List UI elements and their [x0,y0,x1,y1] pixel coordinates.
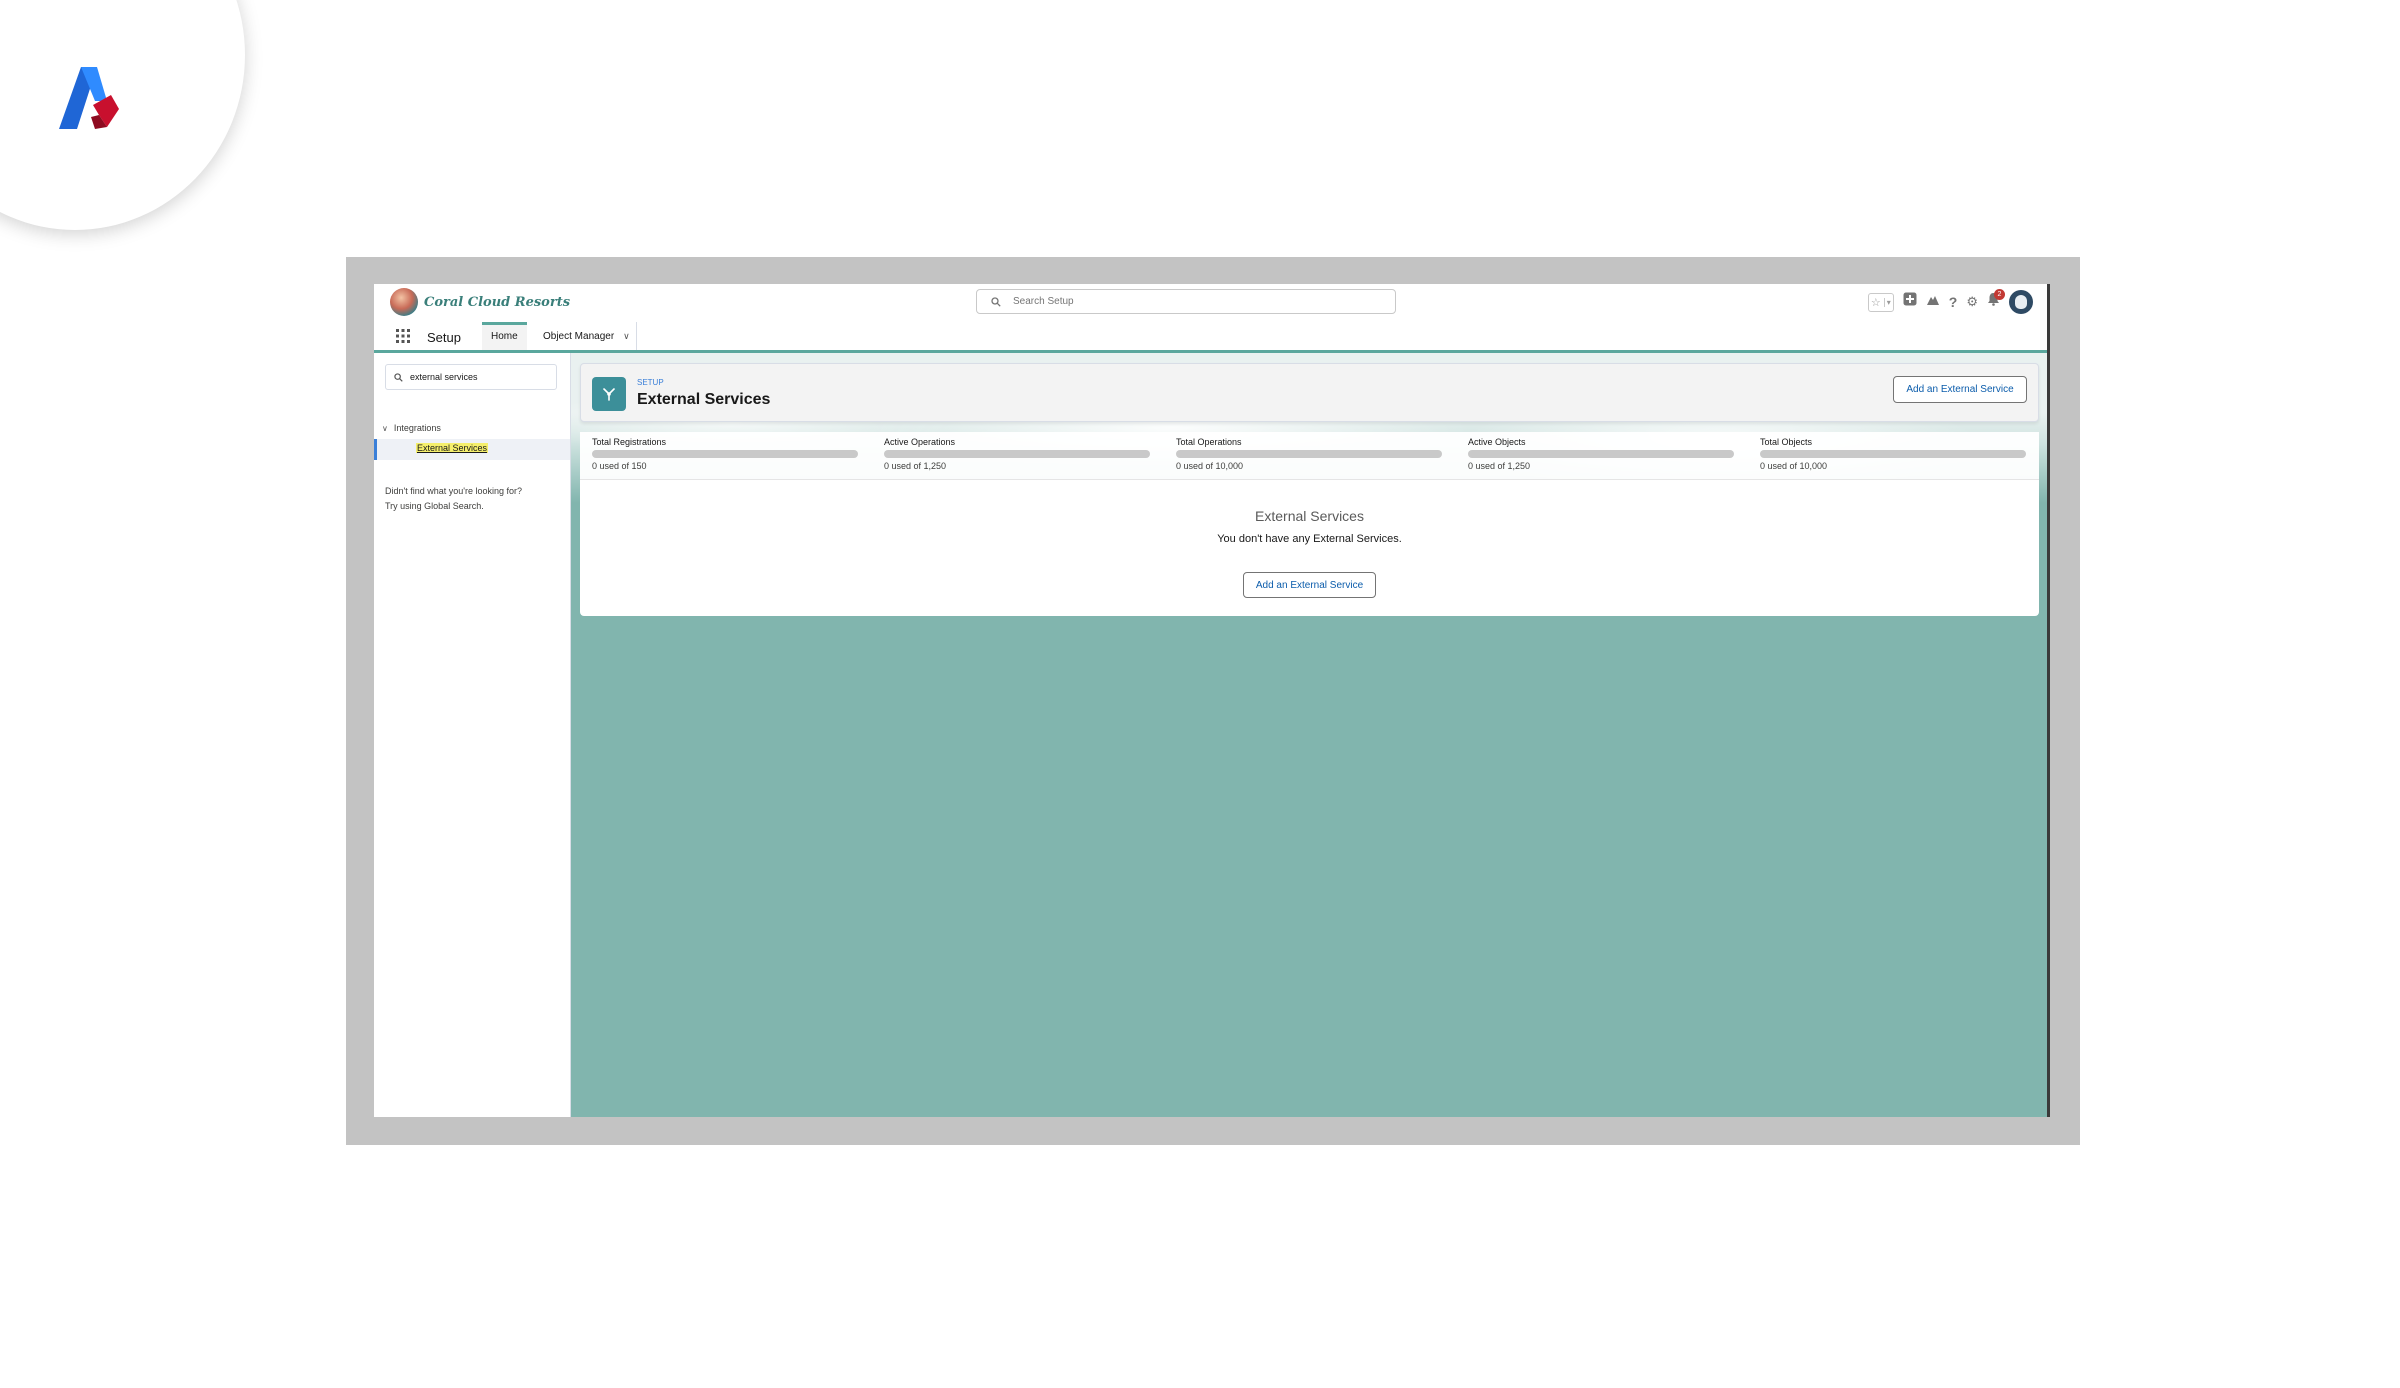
usage-stats: Total Registrations 0 used of 150 Active… [580,432,2039,480]
chevron-down-icon[interactable]: ∨ [382,424,388,433]
tab-object-manager-label: Object Manager [543,331,615,342]
org-name: Coral Cloud Resorts [424,294,571,310]
brand-badge [0,0,245,230]
page-header: SETUP External Services Add an External … [580,363,2039,422]
add-external-service-empty-button[interactable]: Add an External Service [1243,572,1376,598]
stat-usage: 0 used of 1,250 [884,461,947,471]
stat-total-objects: Total Objects 0 used of 10,000 [1760,437,2026,471]
trailhead-icon[interactable] [1926,288,1940,316]
favorites-control[interactable]: ☆ ▾ [1867,292,1894,312]
tab-object-manager[interactable]: Object Manager ∨ [537,322,637,350]
app-name: Setup [427,330,461,345]
tab-home-label: Home [491,331,518,342]
stat-active-objects: Active Objects 0 used of 1,250 [1468,437,1734,471]
setup-sidebar: ∨ Integrations External Services Didn't f… [374,353,571,1117]
usage-progress-bar [884,450,1150,458]
usage-progress-bar [1468,450,1734,458]
global-search-input[interactable] [1011,295,1355,308]
sidebar-help-text: Didn't find what you're looking for? Try… [385,484,565,514]
stat-total-registrations: Total Registrations 0 used of 150 [592,437,858,471]
org-logo-icon [390,288,418,316]
empty-state-card: External Services You don't have any Ext… [580,480,2039,616]
header-utility-icons: ☆ ▾ ? ⚙ 2 [1867,288,2033,316]
app-launcher-icon[interactable] [396,329,410,343]
screenshot-frame: Coral Cloud Resorts ☆ ▾ [346,257,2080,1145]
salesforce-window: Coral Cloud Resorts ☆ ▾ [374,284,2050,1117]
page-eyebrow: SETUP [637,378,664,387]
search-icon [991,296,1001,307]
usage-progress-bar [1760,450,2026,458]
tab-home[interactable]: Home [482,322,527,350]
sidebar-item-external-services[interactable]: External Services [374,439,570,460]
empty-state-title: External Services [1255,508,1364,524]
empty-state-message: You don't have any External Services. [1217,533,1402,545]
main-content: SETUP External Services Add an External … [571,353,2047,1117]
page-title: External Services [637,391,771,408]
sidebar-item-label[interactable]: External Services [416,443,489,453]
org-logo[interactable]: Coral Cloud Resorts [390,288,570,316]
global-header: Coral Cloud Resorts ☆ ▾ [374,284,2047,323]
stat-label: Total Objects [1760,437,1813,447]
brand-logo-icon [59,67,119,129]
stat-usage: 0 used of 1,250 [1468,461,1531,471]
tree-group-label: Integrations [393,423,441,433]
stat-label: Total Operations [1176,437,1242,447]
help-line-2: Try using Global Search. [385,501,484,511]
gear-icon[interactable]: ⚙ [1966,288,1978,316]
user-avatar[interactable] [2009,290,2033,314]
app-navigation: Setup Home Object Manager ∨ [374,322,2047,353]
search-icon [394,372,403,382]
usage-progress-bar [1176,450,1442,458]
stat-usage: 0 used of 10,000 [1760,461,1828,471]
quick-find-box[interactable] [385,364,557,390]
stat-total-operations: Total Operations 0 used of 10,000 [1176,437,1442,471]
stat-usage: 0 used of 150 [592,461,647,471]
chevron-down-icon[interactable]: ∨ [623,331,630,341]
tree-group-integrations[interactable]: ∨ Integrations [382,423,441,433]
stat-active-operations: Active Operations 0 used of 1,250 [884,437,1150,471]
stat-label: Active Objects [1468,437,1526,447]
quick-find-input[interactable] [408,371,552,383]
stat-usage: 0 used of 10,000 [1176,461,1244,471]
stat-label: Total Registrations [592,437,667,447]
add-external-service-button[interactable]: Add an External Service [1893,376,2027,403]
favorites-menu-chevron-icon[interactable]: ▾ [1883,297,1891,307]
bell-icon[interactable]: 2 [1987,288,2005,316]
favorites-star-icon[interactable]: ☆ [1871,296,1881,309]
notification-count-badge: 2 [1994,289,2005,300]
usage-progress-bar [592,450,858,458]
external-services-icon [592,377,626,411]
global-search-box[interactable] [976,289,1396,314]
help-line-1: Didn't find what you're looking for? [385,486,523,496]
help-icon[interactable]: ? [1949,288,1958,316]
add-icon[interactable] [1903,288,1917,316]
stat-label: Active Operations [884,437,956,447]
